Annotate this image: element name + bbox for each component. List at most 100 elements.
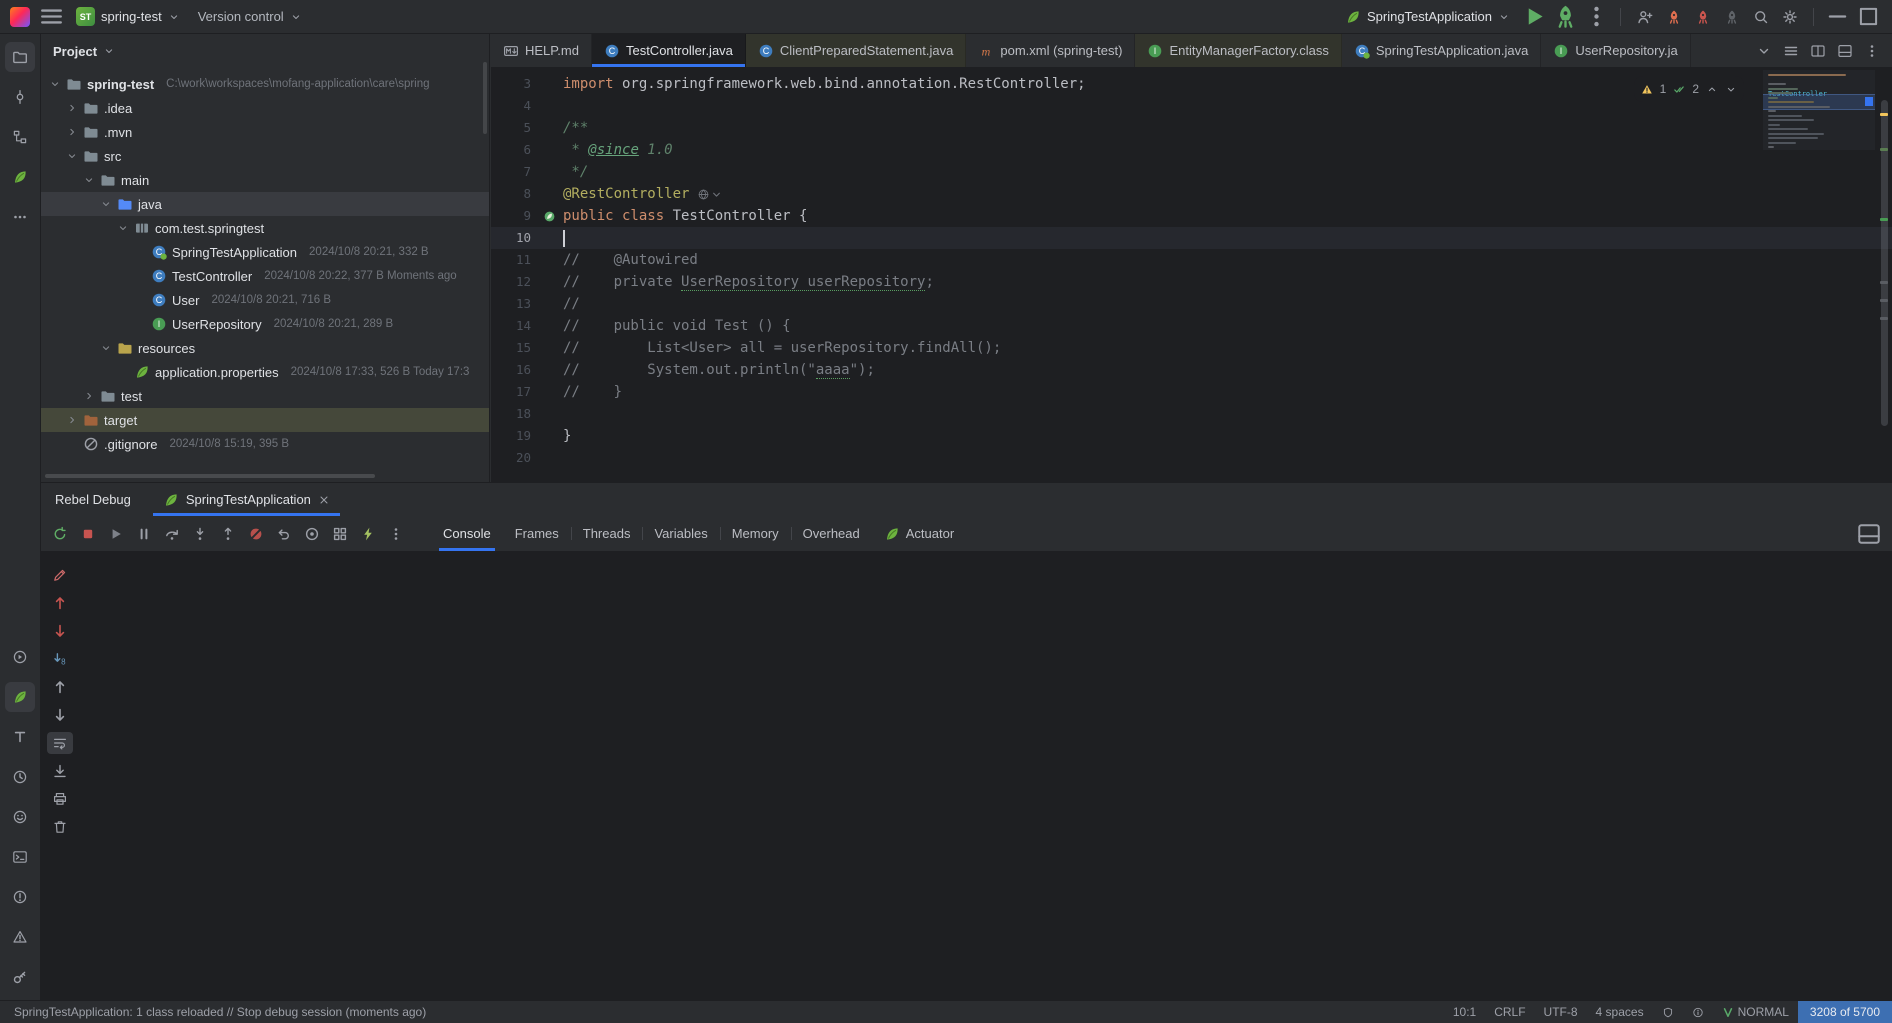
- code-line-8[interactable]: 8 @RestController: [491, 183, 1892, 205]
- editor-options-button[interactable]: [1860, 39, 1884, 63]
- debug-button[interactable]: [1552, 3, 1579, 30]
- chevron-right-icon[interactable]: [66, 102, 78, 114]
- debug-tab-frames[interactable]: Frames: [503, 516, 571, 551]
- prev-change-button[interactable]: [47, 592, 73, 614]
- tool-strip-profiler[interactable]: [5, 762, 35, 792]
- vcs-widget[interactable]: Version control: [191, 5, 309, 28]
- run-more-button[interactable]: [1583, 3, 1610, 30]
- url-mapping-icon[interactable]: [697, 188, 723, 201]
- code-line-17[interactable]: 17 // }: [491, 381, 1892, 403]
- code-line-14[interactable]: 14 // public void Test () {: [491, 315, 1892, 337]
- print-button[interactable]: [47, 788, 73, 810]
- chevron-down-icon[interactable]: [49, 78, 61, 90]
- project-widget[interactable]: ST spring-test: [69, 3, 187, 30]
- code-line-20[interactable]: 20: [491, 447, 1892, 469]
- code-line-10[interactable]: 10: [491, 227, 1892, 249]
- tree-item-resources[interactable]: resources: [41, 336, 489, 360]
- chevron-down-icon[interactable]: [100, 342, 112, 354]
- tree-item-idea[interactable]: .idea: [41, 96, 489, 120]
- info-widget[interactable]: [1683, 1001, 1713, 1023]
- editor-tab-springtestapplication-java[interactable]: C SpringTestApplication.java: [1342, 34, 1542, 67]
- code-line-13[interactable]: 13 //: [491, 293, 1892, 315]
- scroll-to-end-button[interactable]: [47, 760, 73, 782]
- run-config-widget[interactable]: SpringTestApplication: [1338, 5, 1517, 29]
- tool-strip-terminal[interactable]: [5, 842, 35, 872]
- horizontal-scrollbar[interactable]: [45, 474, 375, 478]
- file-encoding[interactable]: UTF-8: [1535, 1001, 1587, 1023]
- chevron-right-icon[interactable]: [66, 414, 78, 426]
- debug-tab-threads[interactable]: Threads: [570, 516, 643, 551]
- code-line-19[interactable]: 19}: [491, 425, 1892, 447]
- tool-strip-more-tool-windows[interactable]: [5, 202, 35, 232]
- tree-item-springtestapplication[interactable]: C SpringTestApplication 2024/10/8 20:21, 3…: [41, 240, 489, 264]
- status-message[interactable]: SpringTestApplication: 1 class reloaded …: [14, 1005, 426, 1019]
- debug-tab-overhead[interactable]: Overhead: [790, 516, 872, 551]
- debug-session-tab[interactable]: SpringTestApplication: [152, 483, 340, 516]
- tool-strip-notifications[interactable]: [5, 922, 35, 952]
- tool-strip-structure[interactable]: [5, 122, 35, 152]
- stripe-mark[interactable]: [1880, 317, 1888, 320]
- chevron-down-icon[interactable]: [117, 222, 129, 234]
- close-icon[interactable]: [318, 494, 330, 506]
- tree-item-gitignore[interactable]: .gitignore 2024/10/8 15:19, 395 B: [41, 432, 489, 456]
- jump-bottom-button[interactable]: 8: [47, 648, 73, 670]
- chevron-down-icon[interactable]: [83, 174, 95, 186]
- console-output[interactable]: [79, 552, 1892, 1000]
- edit-session-button[interactable]: [47, 564, 73, 586]
- tool-strip-spring-debug[interactable]: [5, 682, 35, 712]
- tool-strip-jrebel-tool[interactable]: [5, 722, 35, 752]
- memory-indicator[interactable]: 3208 of 5700: [1797, 1001, 1892, 1023]
- resume-button[interactable]: [103, 521, 129, 547]
- debug-tab-memory[interactable]: Memory: [719, 516, 791, 551]
- minimap[interactable]: TestController: [1763, 70, 1875, 150]
- run-button[interactable]: [1521, 3, 1548, 30]
- dump-threads-button[interactable]: [327, 521, 353, 547]
- tree-item-src[interactable]: src: [41, 144, 489, 168]
- code-line-18[interactable]: 18: [491, 403, 1892, 425]
- line-separator[interactable]: CRLF: [1485, 1001, 1534, 1023]
- tree-item-userrepository[interactable]: I UserRepository 2024/10/8 20:21, 289 B: [41, 312, 489, 336]
- code-line-6[interactable]: 6 * @since 1.0: [491, 139, 1892, 161]
- chevron-down-icon[interactable]: [100, 198, 112, 210]
- hidden-tabs-button[interactable]: [1752, 39, 1776, 63]
- tree-item-main[interactable]: main: [41, 168, 489, 192]
- tree-item-testcontroller[interactable]: C TestController 2024/10/8 20:22, 377 B Mo…: [41, 264, 489, 288]
- editor-tab-userrepository-ja[interactable]: I UserRepository.ja: [1541, 34, 1691, 67]
- code-line-5[interactable]: 5 /**: [491, 117, 1892, 139]
- stripe-mark[interactable]: [1880, 281, 1888, 284]
- step-out-button[interactable]: [215, 521, 241, 547]
- tree-item-target[interactable]: target: [41, 408, 489, 432]
- maximize-button[interactable]: [1855, 3, 1882, 30]
- editor-tab-help-md[interactable]: HELP.md: [491, 34, 592, 67]
- tree-item-java[interactable]: java: [41, 192, 489, 216]
- tree-item-com-test-springtest[interactable]: com.test.springtest: [41, 216, 489, 240]
- editor-tab-entitymanagerfactory-class[interactable]: I EntityManagerFactory.class: [1135, 34, 1342, 67]
- jrebel-rocket-button[interactable]: [1660, 3, 1687, 30]
- editor-tab-pom-xml-spring-test[interactable]: m pom.xml (spring-test): [966, 34, 1136, 67]
- editor-tab-clientpreparedstatement-java[interactable]: C ClientPreparedStatement.java: [745, 34, 967, 67]
- code-line-9[interactable]: 9 public class TestController {: [491, 205, 1892, 227]
- tree-item-application-properties[interactable]: application.properties 2024/10/8 17:33, 5…: [41, 360, 489, 384]
- bean-icon[interactable]: [541, 208, 557, 224]
- xrebel-rocket-button[interactable]: [1689, 3, 1716, 30]
- debug-tab-console[interactable]: Console: [431, 516, 503, 551]
- chevron-right-icon[interactable]: [66, 126, 78, 138]
- tool-strip-spring[interactable]: [5, 162, 35, 192]
- tree-item-test[interactable]: test: [41, 384, 489, 408]
- tree-item-user[interactable]: C User 2024/10/8 20:21, 716 B: [41, 288, 489, 312]
- recent-files-list-button[interactable]: [1779, 39, 1803, 63]
- stripe-mark[interactable]: [1880, 299, 1888, 302]
- tool-strip-project[interactable]: [5, 42, 35, 72]
- settings-button[interactable]: [1776, 3, 1803, 30]
- down-stack-button[interactable]: [47, 704, 73, 726]
- step-over-button[interactable]: [159, 521, 185, 547]
- clear-console-button[interactable]: [47, 816, 73, 838]
- code-line-15[interactable]: 15 // List<User> all = userRepository.fin…: [491, 337, 1892, 359]
- stripe-mark[interactable]: [1880, 218, 1888, 221]
- indent-config[interactable]: 4 spaces: [1587, 1001, 1653, 1023]
- editor-layout-button[interactable]: [1833, 39, 1857, 63]
- rollback-button[interactable]: [271, 521, 297, 547]
- code-line-16[interactable]: 16 // System.out.println("aaaa");: [491, 359, 1892, 381]
- code-editor[interactable]: 3 import org.springframework.web.bind.ann…: [491, 68, 1892, 482]
- rerun-button[interactable]: [47, 521, 73, 547]
